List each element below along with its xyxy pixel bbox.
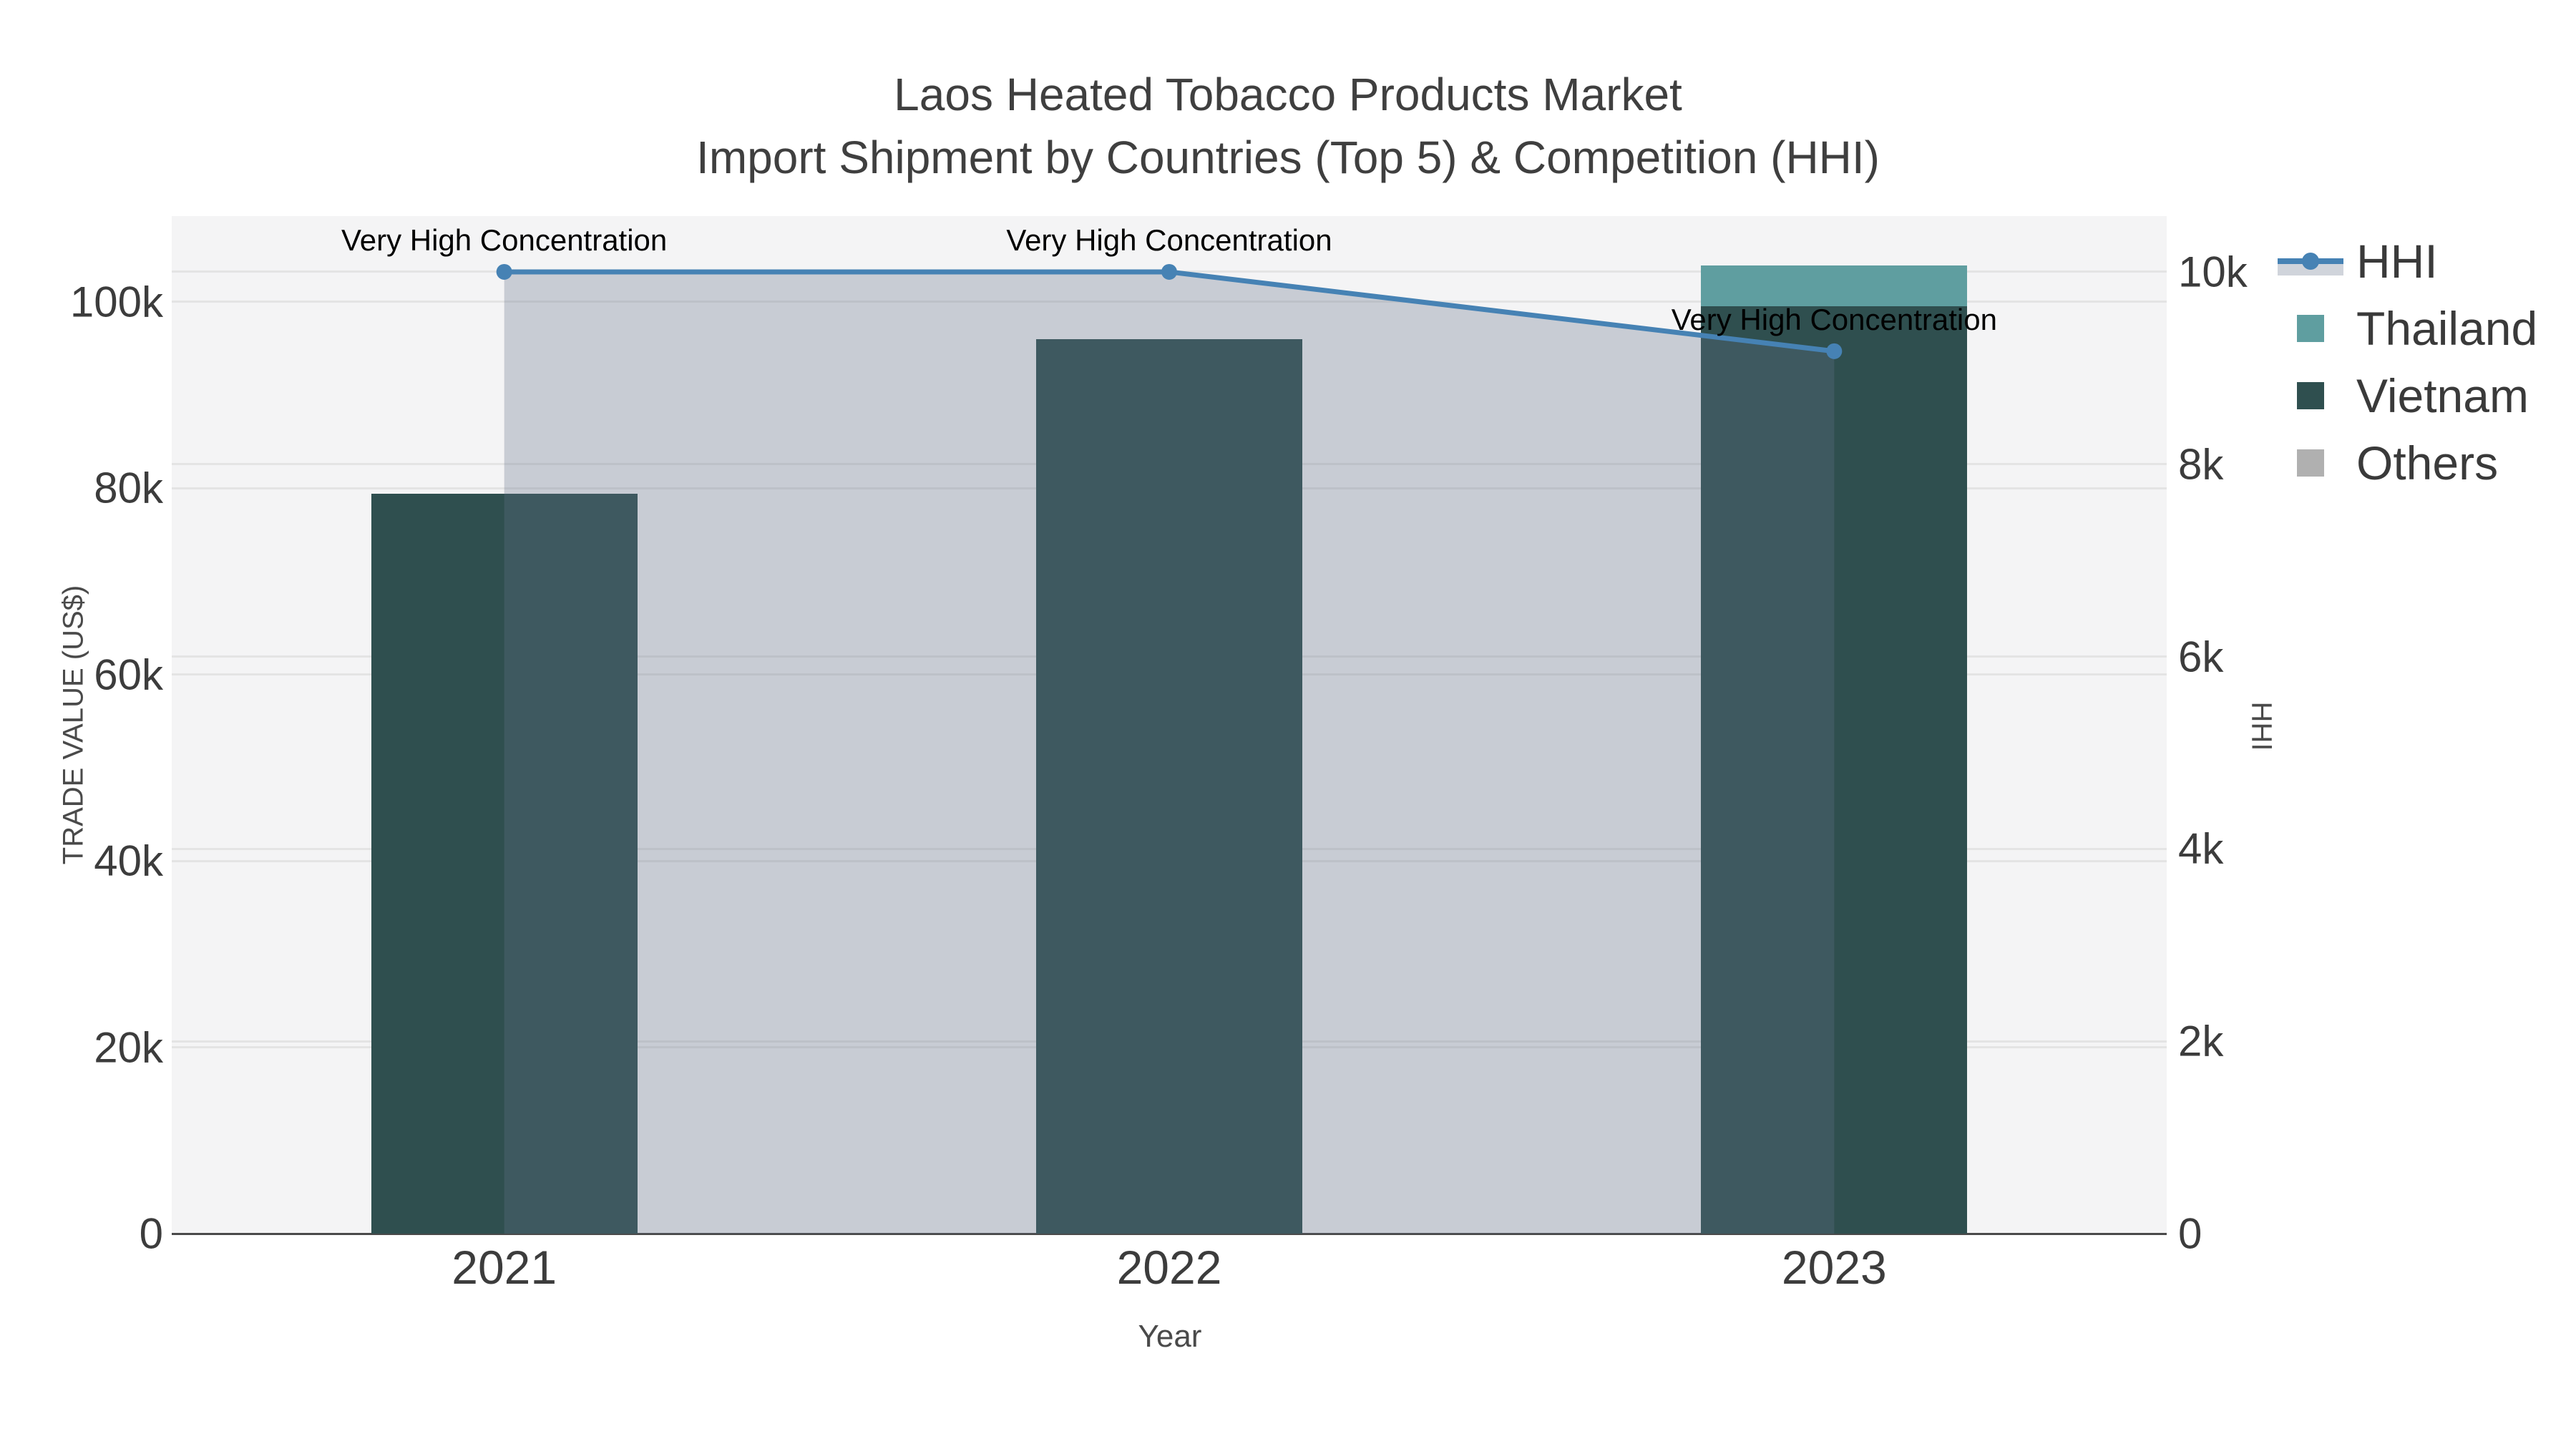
x-tick-2023: 2023 [1781,1241,1887,1294]
annotation-2021: Very High Concentration [341,223,668,257]
hhi-marker-2022 [1161,263,1177,280]
hhi-area-fill [504,271,1835,1234]
y-left-tick-100k: 100k [69,278,163,326]
y-right-tick-0: 0 [2178,1209,2202,1258]
legend-label-hhi: HHI [2356,235,2438,288]
y-right-tick-2k: 2k [2178,1017,2224,1065]
legend-label-vietnam: Vietnam [2356,369,2529,422]
x-axis-title: Year [1138,1319,1202,1354]
y-left-tick-40k: 40k [94,836,163,885]
legend-item-vietnam[interactable]: Vietnam [2278,362,2537,429]
y-axis-title-left: TRADE VALUE (US$) [57,585,89,865]
hhi-marker-2021 [496,263,512,280]
legend-item-others[interactable]: Others [2278,429,2537,497]
legend-item-hhi[interactable]: HHI [2278,228,2537,295]
y-left-tick-80k: 80k [94,464,163,512]
vietnam-color-swatch [2297,382,2324,409]
x-tick-2022: 2022 [1116,1241,1222,1294]
y-right-tick-6k: 6k [2178,633,2224,681]
annotation-2022: Very High Concentration [1006,223,1332,257]
annotation-2023: Very High Concentration [1671,302,1997,336]
thailand-swatch-icon [2278,307,2356,350]
y-left-tick-60k: 60k [94,650,163,699]
others-swatch-icon [2278,441,2356,484]
hhi-marker-2023 [1826,343,1843,359]
y-left-tick-0: 0 [139,1209,163,1258]
hhi-line-swatch [2278,240,2356,283]
hhi-overlay [496,263,1843,1234]
chart-title: Laos Heated Tobacco Products Market [894,69,1682,120]
y-right-tick-4k: 4k [2178,824,2224,873]
y-axis-title-right: HHI [2245,701,2278,751]
legend-label-others: Others [2356,436,2499,489]
x-tick-2021: 2021 [452,1241,557,1294]
y-left-tick-20k: 20k [94,1023,163,1072]
legend: HHI Thailand Vietnam Others [2278,228,2537,497]
legend-label-thailand: Thailand [2356,302,2538,355]
chart-subtitle: Import Shipment by Countries (Top 5) & C… [696,132,1880,183]
y-right-tick-10k: 10k [2178,248,2248,296]
chart-canvas: Laos Heated Tobacco Products Market Impo… [0,0,2576,1449]
thailand-color-swatch [2297,315,2324,342]
y-right-tick-8k: 8k [2178,440,2224,489]
hhi-marker-glyph [2302,253,2319,270]
legend-item-thailand[interactable]: Thailand [2278,295,2537,362]
vietnam-swatch-icon [2278,374,2356,417]
plot-area: Very High Concentration Very High Concent… [172,216,2167,1234]
others-color-swatch [2297,449,2324,477]
